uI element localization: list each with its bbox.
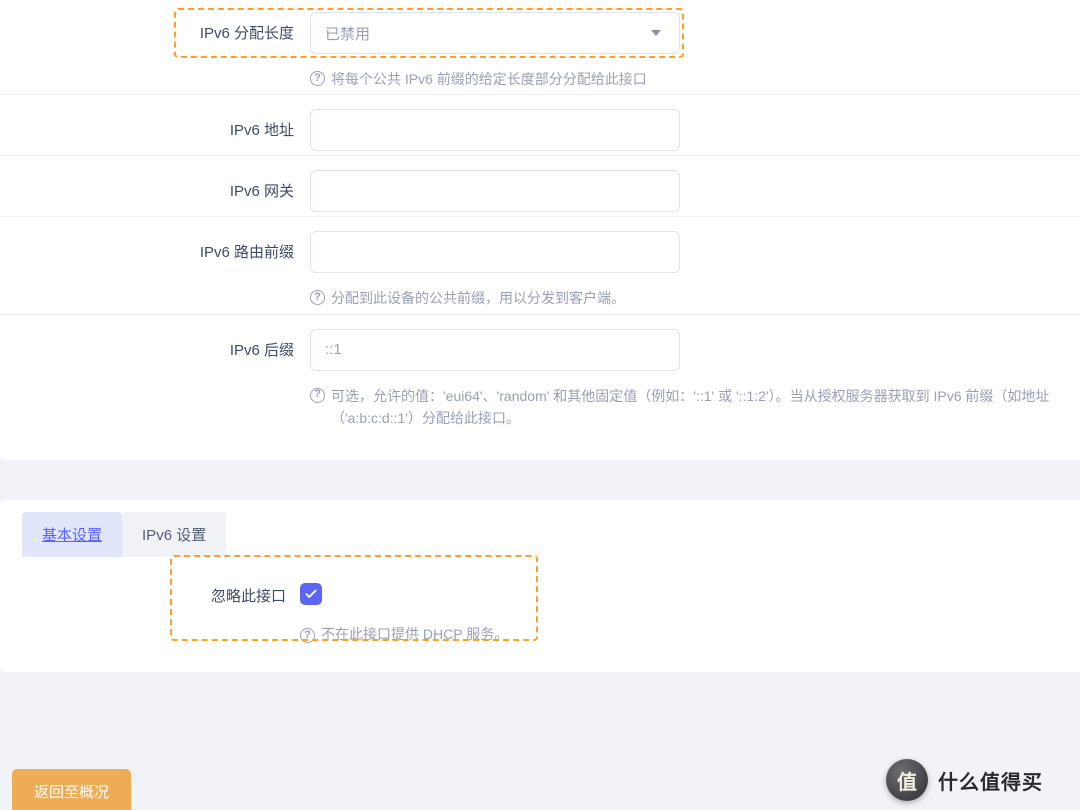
section-gap bbox=[0, 460, 1080, 500]
help-ipv6-suffix: ? 可选，允许的值：'eui64'、'random' 和其他固定值（例如：'::… bbox=[310, 385, 1060, 430]
back-button[interactable]: 返回至概况 bbox=[12, 769, 131, 810]
dhcp-link: DHCP bbox=[423, 626, 462, 642]
help-icon: ? bbox=[310, 388, 325, 403]
label-ipv6-address: IPv6 地址 bbox=[0, 109, 310, 140]
input-ipv6-address[interactable] bbox=[310, 109, 680, 151]
label-ipv6-gateway: IPv6 网关 bbox=[0, 170, 310, 201]
ipv6-config-panel: IPv6 分配长度 已禁用 ? 将每个公共 IPv6 前缀的给定长度部分分配给此… bbox=[0, 0, 1080, 460]
help-ipv6-assign-length: ? 将每个公共 IPv6 前缀的给定长度部分分配给此接口 bbox=[310, 68, 1060, 90]
row-ipv6-suffix: IPv6 后缀 ? 可选，允许的值：'eui64'、'random' 和其他固定… bbox=[0, 314, 1080, 430]
watermark-icon: 值 bbox=[886, 759, 928, 801]
row-ipv6-address: IPv6 地址 bbox=[0, 94, 1080, 151]
label-ipv6-routed-prefix: IPv6 路由前缀 bbox=[0, 231, 310, 262]
watermark-text: 什么值得买 bbox=[938, 766, 1043, 795]
dhcp-tabs: 基本设置 IPv6 设置 bbox=[0, 512, 1080, 557]
row-ipv6-assign-length: IPv6 分配长度 已禁用 ? 将每个公共 IPv6 前缀的给定长度部分分配给此… bbox=[0, 0, 1080, 90]
tab-basic[interactable]: 基本设置 bbox=[22, 512, 122, 557]
watermark: 值 什么值得买 bbox=[880, 756, 1080, 804]
help-ignore-interface: ? 不在此接口提供 DHCP 服务。 bbox=[300, 624, 1080, 644]
footer-bar: 返回至概况 bbox=[0, 774, 131, 810]
chevron-down-icon bbox=[651, 30, 661, 36]
tab-ipv6-settings[interactable]: IPv6 设置 bbox=[122, 512, 226, 557]
select-ipv6-assign-length[interactable]: 已禁用 bbox=[310, 12, 680, 54]
label-ipv6-assign-length: IPv6 分配长度 bbox=[0, 12, 310, 43]
dhcp-panel: 基本设置 IPv6 设置 忽略此接口 ? 不在此接口提供 DHCP 服务。 bbox=[0, 500, 1080, 672]
dhcp-panel-body: 忽略此接口 ? 不在此接口提供 DHCP 服务。 bbox=[0, 557, 1080, 644]
help-icon: ? bbox=[300, 628, 315, 643]
input-ipv6-suffix[interactable] bbox=[310, 329, 680, 371]
help-icon: ? bbox=[310, 290, 325, 305]
row-ignore-interface: 忽略此接口 bbox=[0, 577, 1080, 606]
label-ignore-interface: 忽略此接口 bbox=[0, 583, 300, 606]
row-ipv6-routed-prefix: IPv6 路由前缀 ? 分配到此设备的公共前缀，用以分发到客户端。 bbox=[0, 216, 1080, 309]
input-ipv6-gateway[interactable] bbox=[310, 170, 680, 212]
select-ipv6-assign-length-value: 已禁用 bbox=[325, 23, 370, 44]
label-ipv6-suffix: IPv6 后缀 bbox=[0, 329, 310, 360]
check-icon bbox=[304, 587, 318, 601]
checkbox-ignore-interface[interactable] bbox=[300, 583, 322, 605]
row-ipv6-gateway: IPv6 网关 bbox=[0, 155, 1080, 212]
help-ipv6-routed-prefix: ? 分配到此设备的公共前缀，用以分发到客户端。 bbox=[310, 287, 1060, 309]
help-icon: ? bbox=[310, 71, 325, 86]
input-ipv6-routed-prefix[interactable] bbox=[310, 231, 680, 273]
